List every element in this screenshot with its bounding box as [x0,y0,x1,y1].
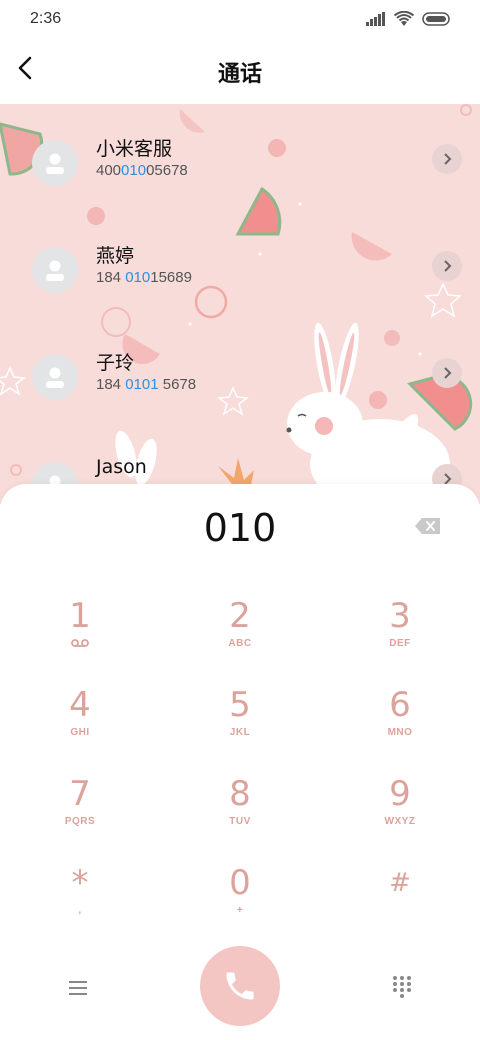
app-bar: 通话 [0,40,480,104]
contact-name: 子玲 [96,352,135,374]
key-5[interactable]: 5 JKL [160,685,320,765]
key-digit: 1 [69,596,91,636]
key-letters: + [236,905,244,916]
key-digit: 8 [229,774,251,814]
key-3[interactable]: 3 DEF [320,596,480,676]
wifi-icon [394,11,414,26]
contact-name: Jason [96,456,147,478]
battery-icon [422,12,450,26]
avatar [32,140,78,186]
matched-digits: 010 [121,162,147,179]
key-digit: * [71,863,89,903]
matched-digits: 010 [125,269,151,286]
key-2[interactable]: 2 ABC [160,596,320,676]
key-digit: 2 [229,596,251,636]
contact-number: 40001005678 [96,162,188,179]
key-digit: 0 [229,863,251,903]
key-7[interactable]: 7 PQRS [0,774,160,854]
key-8[interactable]: 8 TUV [160,774,320,854]
key-letters: , [78,905,82,916]
key-letters: GHI [70,727,90,738]
key-1[interactable]: 1 [0,596,160,676]
status-bar: 2:36 [0,0,480,40]
key-hash[interactable]: # [320,863,480,943]
chevron-right-icon [444,367,452,379]
dialpad-toggle-icon[interactable] [390,974,414,998]
key-letters: ABC [228,638,252,649]
chevron-right-icon [444,260,452,272]
key-letters: TUV [229,816,251,827]
key-4[interactable]: 4 GHI [0,685,160,765]
dialpad-panel: 010 1 2 ABC 3 DEF 4 GHI 5 JKL 6 MNO 7 PQ… [0,484,480,1040]
key-letters: WXYZ [384,816,416,827]
details-button[interactable] [432,358,462,388]
contact-list: 小米客服 40001005678 燕婷 184 01015689 子玲 184 … [0,104,480,504]
matched-digits: 0101 [125,376,159,393]
phone-icon [226,972,254,1000]
key-0[interactable]: 0 + [160,863,320,943]
key-letters: JKL [229,727,251,738]
contact-row[interactable]: 小米客服 40001005678 [0,134,480,214]
key-digit: 6 [389,685,411,725]
key-digit: 7 [69,774,91,814]
key-digit: # [389,868,411,898]
details-button[interactable] [432,251,462,281]
person-icon [46,153,64,174]
contact-number: 184 01015689 [96,269,192,286]
key-letters: DEF [389,638,411,649]
signal-icon [366,12,385,26]
avatar [32,247,78,293]
contact-number: 184 0101 5678 [96,376,197,393]
dialed-number: 010 [203,506,277,550]
key-digit: 4 [69,685,91,725]
key-star[interactable]: * , [0,863,160,943]
contact-name: 燕婷 [96,245,135,267]
person-icon [46,367,64,388]
key-digit: 3 [389,596,411,636]
key-letters: PQRS [64,816,96,827]
contact-name: 小米客服 [96,138,173,160]
page-title: 通话 [217,62,262,87]
key-letters: MNO [387,727,413,738]
key-9[interactable]: 9 WXYZ [320,774,480,854]
person-icon [46,260,64,281]
key-digit: 9 [389,774,411,814]
key-6[interactable]: 6 MNO [320,685,480,765]
key-digit: 5 [229,685,251,725]
contact-row[interactable]: 子玲 184 0101 5678 [0,348,480,428]
details-button[interactable] [432,144,462,174]
dialer-bottom-bar [0,944,480,1040]
call-button[interactable] [200,946,280,1026]
backspace-icon[interactable] [414,516,442,536]
avatar [32,354,78,400]
voicemail-icon [71,639,89,647]
status-time: 2:36 [30,10,62,27]
chevron-right-icon [444,153,452,165]
menu-icon[interactable] [66,976,90,1000]
contact-row[interactable]: 燕婷 184 01015689 [0,241,480,321]
